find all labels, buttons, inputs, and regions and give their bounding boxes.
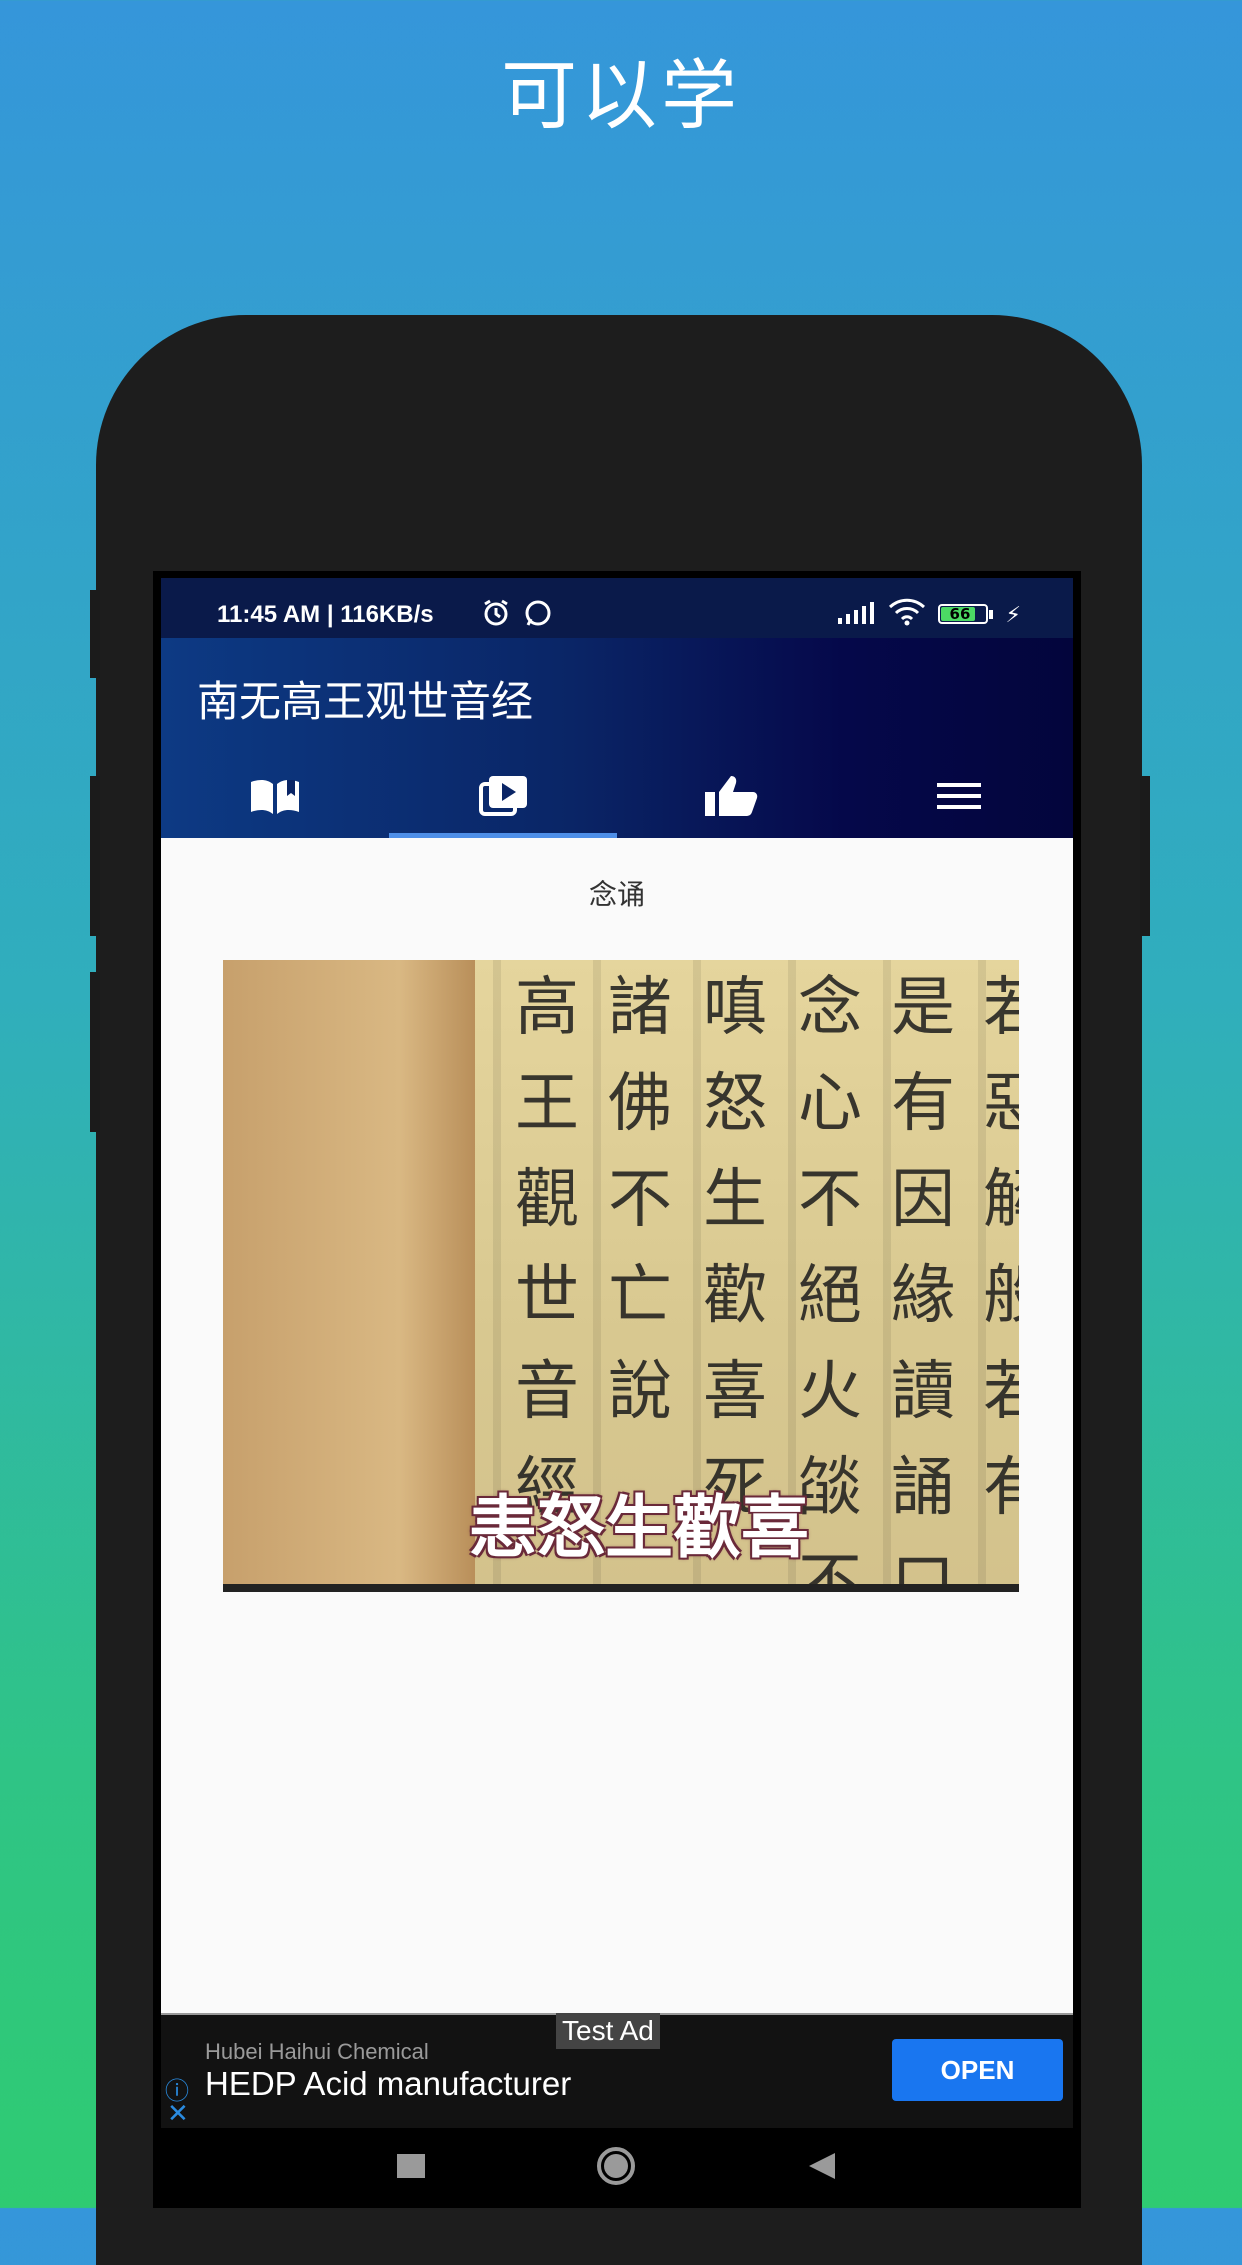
book-icon <box>247 776 303 820</box>
video-scroll-edge <box>223 960 475 1592</box>
phone-side-button <box>90 776 100 936</box>
ad-open-button[interactable]: OPEN <box>892 2039 1063 2101</box>
video-scripture-column: 諸佛不亡說 <box>608 971 672 1429</box>
status-bar: 11:45 AM | 116KB/s 66 ⚡ <box>161 578 1073 638</box>
video-scripture-column: 高王觀世音經 <box>515 971 579 1525</box>
video-bottom-edge <box>223 1584 1019 1592</box>
video-icon <box>477 774 529 822</box>
ad-advertiser: Hubei Haihui Chemical <box>205 2039 429 2064</box>
status-time: 11:45 AM | 116KB/s <box>217 601 434 628</box>
ad-headline[interactable]: HEDP Acid manufacturer <box>205 2065 571 2103</box>
app-title: 南无高王观世音经 <box>197 677 534 726</box>
tab-menu[interactable] <box>845 758 1073 838</box>
tab-like[interactable] <box>617 758 845 838</box>
video-scripture-column: 嗔怒生歡喜死 <box>703 971 767 1525</box>
home-button[interactable] <box>595 2145 637 2191</box>
app-bar: 南无高王观世音经 <box>161 638 1073 838</box>
phone-side-button <box>1140 776 1150 936</box>
section-label: 念诵 <box>588 878 645 911</box>
tab-bar <box>161 758 1073 838</box>
recents-button[interactable] <box>397 2154 425 2182</box>
tab-video[interactable] <box>389 758 617 838</box>
signal-icon <box>836 600 876 630</box>
back-button[interactable] <box>807 2151 837 2185</box>
charging-icon: ⚡ <box>1005 602 1021 628</box>
tab-read[interactable] <box>161 758 389 838</box>
ad-close-icon[interactable]: ✕ <box>167 2099 189 2129</box>
whatsapp-icon <box>523 598 553 634</box>
wifi-icon <box>888 598 926 632</box>
menu-icon <box>935 781 983 815</box>
phone-side-button <box>90 590 100 678</box>
thumbs-up-icon <box>703 774 759 822</box>
ad-banner[interactable]: Test Ad Hubei Haihui Chemical HEDP Acid … <box>161 2013 1073 2130</box>
phone-screen: 11:45 AM | 116KB/s 66 ⚡ 南无高王观世音经 念诵 高 王 … <box>161 578 1073 2208</box>
promo-title: 可以学 <box>501 51 741 140</box>
system-nav-bar <box>161 2128 1073 2208</box>
video-player[interactable]: 高王觀世音經 諸佛不亡說 嗔怒生歡喜死 念心不絕火燄不 是有因緣讀誦口 若惡解般… <box>223 960 1019 1592</box>
video-scripture-column: 是有因緣讀誦口 <box>891 971 955 1592</box>
alarm-icon <box>481 598 511 634</box>
video-subtitle: 恚怒生歡喜 <box>469 1489 810 1568</box>
battery-level: 66 <box>949 605 971 623</box>
phone-side-button <box>90 972 100 1132</box>
battery-icon: 66 <box>937 604 994 626</box>
video-scripture-column: 若惡解般若有 <box>983 971 1019 1525</box>
test-ad-tag: Test Ad <box>556 2013 660 2049</box>
status-icons: 66 ⚡ <box>836 598 1021 632</box>
